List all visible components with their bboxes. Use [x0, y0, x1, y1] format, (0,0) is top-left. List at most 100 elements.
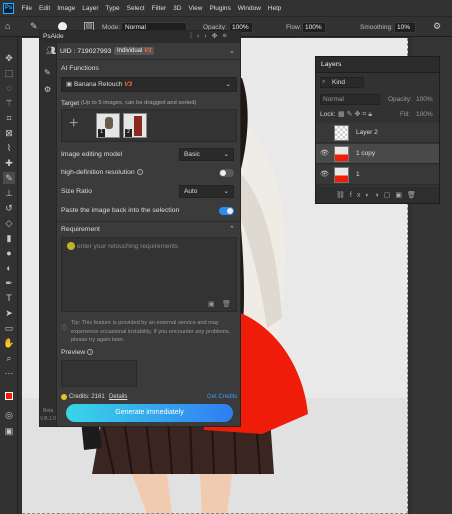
target-hint: (Up to 5 images, can be dragged and sort… [81, 100, 197, 106]
credits-text: Credits: 2161 [69, 394, 105, 400]
photoshop-logo-icon[interactable]: Ps [3, 2, 14, 14]
menu-help[interactable]: Help [264, 5, 284, 12]
layer-opacity-value[interactable]: 100% [416, 96, 433, 103]
lock-options-icon[interactable]: ▦✎✥⌗🔒︎ [338, 110, 374, 119]
menu-window[interactable]: Window [234, 5, 264, 12]
screen-mode-icon[interactable]: ▣ [3, 425, 15, 437]
info-icon[interactable]: i [87, 349, 94, 356]
menu-plugins[interactable]: Plugins [206, 5, 234, 12]
plugin-title: PsAide [43, 33, 64, 40]
layer-row-1-copy[interactable]: 👁︎ 1 copy [316, 144, 439, 164]
add-image-icon[interactable]: + [69, 115, 78, 133]
target-thumbnail-1[interactable]: 1 [96, 113, 120, 138]
flow-label: Flow: [286, 24, 302, 31]
home-icon[interactable]: ⌂ [5, 21, 10, 31]
hd-resolution-text: high-definition resolution [61, 169, 135, 176]
ai-function-select[interactable]: ▣ Banana Retouch V3 ⌄ [61, 77, 237, 92]
magic-wand-tool-icon[interactable]: ⚚ [3, 97, 15, 109]
trash-icon[interactable]: 🗑︎ [222, 300, 231, 308]
plugin-sidebar: ✎ ⚙ Beta V.B.1.0 [40, 43, 57, 426]
size-ratio-select[interactable]: Auto ⌄ [179, 185, 234, 198]
menu-view[interactable]: View [185, 5, 206, 12]
paste-back-toggle[interactable] [219, 207, 234, 215]
user-avatar-icon[interactable]: 👥︎ [46, 46, 56, 55]
blur-tool-icon[interactable]: ● [3, 247, 15, 259]
chevron-down-icon[interactable]: ⌄ [229, 47, 235, 55]
chevron-down-icon: ⌄ [223, 188, 229, 195]
hd-resolution-toggle[interactable] [219, 169, 234, 177]
history-brush-tool-icon[interactable]: ↺ [3, 202, 15, 214]
marquee-tool-icon[interactable]: ⬚ [3, 67, 15, 79]
target-images-dropzone[interactable]: + 1 2 [61, 109, 237, 142]
layers-title[interactable]: Layers [321, 61, 341, 68]
rectangle-tool-icon[interactable]: ▭ [3, 322, 15, 334]
layer-row-1[interactable]: 👁︎ 1 [316, 165, 439, 185]
model-select[interactable]: Basic ⌄ [179, 148, 234, 161]
image-insert-icon[interactable]: ▣ [208, 300, 215, 308]
type-tool-icon[interactable]: T [3, 292, 15, 304]
brush-tool-icon[interactable]: ✎ [3, 172, 15, 184]
eyedropper-tool-icon[interactable]: ⌇ [3, 142, 15, 154]
cursor-highlight-icon [67, 242, 75, 250]
toggle-knob [227, 208, 233, 214]
menu-type[interactable]: Type [102, 5, 123, 12]
fill-value[interactable]: 100% [416, 111, 433, 118]
crop-tool-icon[interactable]: ⌗ [3, 112, 15, 124]
menu-3d[interactable]: 3D [170, 5, 185, 12]
frame-tool-icon[interactable]: ⊠ [3, 127, 15, 139]
settings-gear-icon[interactable]: ⚙ [433, 21, 441, 32]
foreground-color-swatch[interactable] [5, 392, 13, 400]
healing-brush-tool-icon[interactable]: ✚ [3, 157, 15, 169]
beta-label: Beta [43, 408, 54, 414]
eraser-tool-icon[interactable]: ◇ [3, 217, 15, 229]
thumb-number: 2 [125, 129, 132, 137]
plugin-title-bar: PsAide ⁞‹›✥≡ [40, 31, 240, 43]
quick-mask-icon[interactable]: ◎ [3, 409, 15, 421]
target-label: Target [61, 100, 80, 107]
pen-tool-icon[interactable]: ✒ [3, 277, 15, 289]
layers-footer-icons[interactable]: ⛓fx◐◑▢▣🗑︎ [316, 187, 439, 203]
chevron-up-icon[interactable]: ⌃ [229, 225, 235, 233]
menu-edit[interactable]: Edit [35, 5, 53, 12]
gradient-tool-icon[interactable]: ▮ [3, 232, 15, 244]
preview-text: Preview [61, 349, 86, 356]
target-thumbnail-2[interactable]: 2 [123, 113, 147, 138]
tip-text: Tip: This feature is provided by an exte… [71, 320, 231, 343]
zoom-tool-icon[interactable]: ⌕ [3, 352, 15, 364]
menu-image[interactable]: Image [54, 5, 79, 12]
plugin-body: 👥︎ UID : 719027993 Individual V3 ⌄ AI Fu… [46, 43, 240, 426]
path-selection-tool-icon[interactable]: ➤ [3, 307, 15, 319]
menu-filter[interactable]: Filter [148, 5, 169, 12]
clone-stamp-tool-icon[interactable]: ⊥ [3, 187, 15, 199]
tip-info-icon: ⓘ [61, 326, 68, 332]
layer-row-layer-2[interactable]: Layer 2 [316, 123, 439, 143]
get-credits-link[interactable]: Get Credits [207, 394, 237, 400]
menu-file[interactable]: File [18, 5, 35, 12]
requirement-textarea[interactable]: enter your retouching requirements ▣ 🗑︎ [61, 237, 237, 312]
smoothing-label: Smoothing: [360, 24, 393, 31]
layers-panel: Layers ⌕ Kind Normal Opacity: 100% Lock:… [315, 56, 440, 204]
info-icon[interactable]: i [136, 169, 143, 176]
paste-back-label: Paste the image back into the selection [61, 207, 180, 214]
visibility-eye-icon[interactable]: 👁︎ [320, 171, 329, 178]
lasso-tool-icon[interactable]: ◌ [3, 82, 15, 94]
menu-select[interactable]: Select [123, 5, 148, 12]
generate-button[interactable]: Generate immediately [66, 404, 233, 422]
settings-gear-icon[interactable]: ⚙ [44, 85, 51, 94]
requirement-label: Requirement [61, 226, 100, 233]
move-tool-icon[interactable]: ✥ [3, 52, 15, 64]
toggle-knob [220, 170, 226, 176]
details-link[interactable]: Details [109, 394, 127, 400]
lock-label: Lock: [320, 111, 336, 118]
brush-tool-icon[interactable]: ✎ [30, 21, 38, 32]
hand-tool-icon[interactable]: ✋ [3, 337, 15, 349]
psaide-plugin-panel: PsAide ⁞‹›✥≡ ✎ ⚙ Beta V.B.1.0 👥︎ UID : 7… [39, 30, 241, 427]
dodge-tool-icon[interactable]: ◐ [3, 262, 15, 274]
more-tools-icon[interactable]: ⋯ [3, 367, 15, 379]
visibility-eye-icon[interactable]: 👁︎ [320, 150, 329, 157]
brush-edit-icon[interactable]: ✎ [44, 68, 51, 77]
menu-layer[interactable]: Layer [79, 5, 102, 12]
smoothing-value: 10% [397, 24, 411, 31]
layer-thumbnail [334, 167, 349, 183]
panel-window-controls-icon[interactable]: ⁞‹›✥≡ [190, 32, 232, 40]
